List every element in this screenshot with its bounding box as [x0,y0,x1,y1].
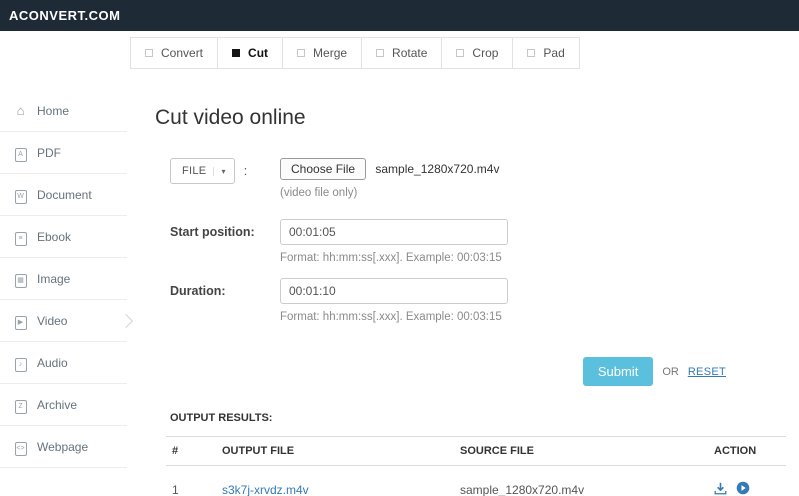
tab-convert[interactable]: Convert [130,37,218,69]
table-header-source-file: SOURCE FILE [454,437,708,466]
start-position-input[interactable] [280,219,508,245]
sidebar-item-home[interactable]: ⌂ Home [0,90,127,132]
sidebar-item-label: Ebook [37,230,71,244]
file-label-col: FILE ▾ : [170,158,280,184]
sidebar-nav: ⌂ Home A PDF W Document ≡ Ebook ▦ Image … [0,90,127,468]
play-icon[interactable] [736,481,750,496]
tab-rotate[interactable]: Rotate [361,37,442,69]
tab-label: Cut [248,46,268,60]
tab-merge[interactable]: Merge [282,37,362,69]
archive-icon: Z [13,396,28,414]
sidebar-item-label: Image [37,272,70,286]
table-row: 1 s3k7j-xrvdz.m4v sample_1280x720.m4v [166,466,786,496]
start-position-label: Start position: [170,219,280,239]
file-control: Choose File sample_1280x720.m4v (video f… [280,158,499,199]
file-colon: : [244,164,247,178]
table-header-row: # OUTPUT FILE SOURCE FILE ACTION [166,437,786,466]
tab-label: Pad [543,46,564,60]
topbar: ACONVERT.COM [0,0,799,31]
duration-row: Duration: Format: hh:mm:ss[.xxx]. Exampl… [170,278,799,323]
duration-control: Format: hh:mm:ss[.xxx]. Example: 00:03:1… [280,278,508,323]
sidebar-item-image[interactable]: ▦ Image [0,258,127,300]
page-title: Cut video online [155,106,799,130]
reset-link[interactable]: RESET [688,366,726,378]
download-icon[interactable] [714,482,727,496]
webpage-icon: <> [13,438,28,456]
ebook-icon: ≡ [13,228,28,246]
sidebar-item-label: Video [37,314,67,328]
tab-label: Rotate [392,46,427,60]
start-position-control: Format: hh:mm:ss[.xxx]. Example: 00:03:1… [280,219,508,264]
sidebar-item-label: PDF [37,146,61,160]
tab-label: Convert [161,46,203,60]
video-icon: ▶ [13,312,28,330]
sidebar-item-pdf[interactable]: A PDF [0,132,127,174]
sidebar-item-archive[interactable]: Z Archive [0,384,127,426]
checkbox-icon [456,49,464,57]
tab-label: Merge [313,46,347,60]
submit-button[interactable]: Submit [583,357,653,386]
sidebar-item-label: Document [37,188,92,202]
start-position-row: Start position: Format: hh:mm:ss[.xxx]. … [170,219,799,264]
choose-file-button[interactable]: Choose File [280,158,366,180]
image-icon: ▦ [13,270,28,288]
checkbox-icon [232,49,240,57]
tab-label: Crop [472,46,498,60]
duration-input[interactable] [280,278,508,304]
checkbox-icon [297,49,305,57]
sidebar-item-label: Home [37,104,69,118]
source-file-name: sample_1280x720.m4v [454,466,708,496]
sidebar-item-webpage[interactable]: <> Webpage [0,426,127,468]
file-row: FILE ▾ : Choose File sample_1280x720.m4v… [170,158,799,199]
tab-pad[interactable]: Pad [512,37,579,69]
row-number: 1 [166,466,216,496]
sidebar-item-label: Webpage [37,440,88,454]
cut-form: FILE ▾ : Choose File sample_1280x720.m4v… [170,158,799,323]
table-header-output-file: OUTPUT FILE [216,437,454,466]
checkbox-icon [145,49,153,57]
sidebar-item-ebook[interactable]: ≡ Ebook [0,216,127,258]
duration-label: Duration: [170,278,280,298]
selected-file-name: sample_1280x720.m4v [375,162,499,176]
file-hint: (video file only) [280,187,499,199]
table-header-action: ACTION [708,437,786,466]
start-position-hint: Format: hh:mm:ss[.xxx]. Example: 00:03:1… [280,252,508,264]
sidebar-item-label: Archive [37,398,77,412]
document-icon: W [13,186,28,204]
table-header-num: # [166,437,216,466]
sidebar: ⌂ Home A PDF W Document ≡ Ebook ▦ Image … [0,31,127,496]
audio-icon: ♪ [13,354,28,372]
home-icon: ⌂ [13,103,28,118]
output-file-link[interactable]: s3k7j-xrvdz.m4v [222,483,309,496]
output-results-title: OUTPUT RESULTS: [170,412,799,424]
main-content: Convert Cut Merge Rotate Crop Pad [127,31,799,496]
tab-cut[interactable]: Cut [217,37,283,69]
duration-hint: Format: hh:mm:ss[.xxx]. Example: 00:03:1… [280,311,508,323]
tab-bar: Convert Cut Merge Rotate Crop Pad [127,31,799,69]
page: ACONVERT.COM ⌂ Home A PDF W Document ≡ E… [0,0,799,496]
tab-crop[interactable]: Crop [441,37,513,69]
sidebar-item-document[interactable]: W Document [0,174,127,216]
output-results-table: # OUTPUT FILE SOURCE FILE ACTION 1 s3k7j… [166,436,786,496]
submit-row: Submit OR RESET [127,357,799,386]
checkbox-icon [527,49,535,57]
pdf-icon: A [13,144,28,162]
caret-down-icon: ▾ [213,167,225,176]
or-label: OR [662,366,679,378]
site-logo[interactable]: ACONVERT.COM [0,8,120,23]
file-source-dropdown[interactable]: FILE ▾ [170,158,235,184]
checkbox-icon [376,49,384,57]
file-dropdown-label: FILE [182,165,206,177]
sidebar-item-audio[interactable]: ♪ Audio [0,342,127,384]
sidebar-item-video[interactable]: ▶ Video [0,300,127,342]
sidebar-item-label: Audio [37,356,68,370]
